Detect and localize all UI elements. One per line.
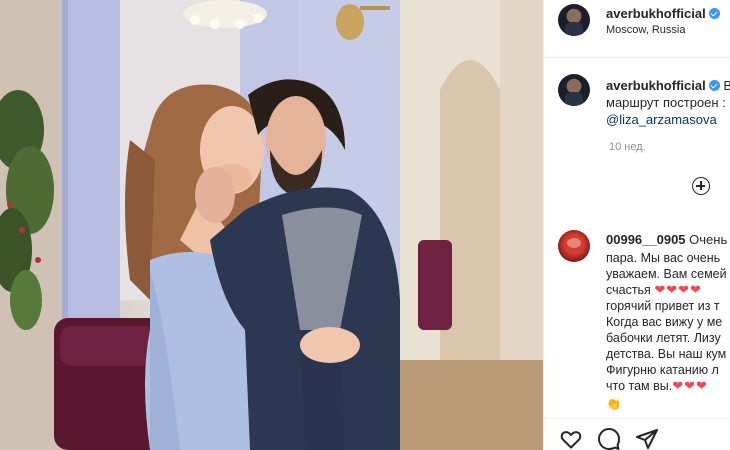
comment-line: Фигурню катанию л	[606, 363, 719, 377]
caption-line: маршрут построен :	[606, 95, 726, 110]
comment-line: Когда вас вижу у ме	[606, 315, 723, 329]
hearts-emoji: ❤❤❤	[672, 378, 708, 393]
comment-username[interactable]: 00996__0905	[606, 232, 686, 247]
verified-badge-icon	[708, 8, 720, 19]
comment-line-text: счастья	[606, 283, 651, 297]
comment-line-with-hearts: счастья ❤❤❤❤	[606, 282, 702, 298]
caption-username[interactable]: averbukhofficial	[606, 78, 706, 93]
header-username-text[interactable]: averbukhofficial	[606, 6, 706, 21]
owner-avatar[interactable]	[558, 4, 590, 36]
photo-illustration	[0, 0, 543, 450]
post-side-panel: averbukhofficial Moscow, Russia averbukh…	[543, 0, 730, 450]
caption-timestamp[interactable]: 10 нед.	[609, 141, 646, 153]
paper-plane-icon[interactable]	[635, 427, 659, 450]
comment-text-start: Очень	[689, 232, 728, 247]
post-photo[interactable]	[0, 0, 543, 450]
caption-mention-link[interactable]: @liza_arzamasova	[606, 111, 717, 128]
header-username[interactable]: averbukhofficial	[606, 6, 720, 21]
comment-bubble-icon[interactable]	[597, 427, 621, 450]
commenter-avatar[interactable]	[558, 230, 590, 262]
heart-outline-icon[interactable]	[559, 427, 583, 450]
comment-line: пара. Мы вас очень	[606, 251, 721, 265]
caption-avatar[interactable]	[558, 74, 590, 106]
comment-author-line: 00996__0905 Очень	[606, 232, 727, 247]
caption-author[interactable]: averbukhofficial В	[606, 78, 730, 93]
hearts-emoji: ❤❤❤❤	[654, 282, 702, 297]
comment-line: бабочки летят. Лизу	[606, 331, 721, 345]
comment-line: детства. Вы наш кум	[606, 347, 727, 361]
header-divider	[544, 57, 730, 58]
action-bar	[544, 418, 730, 450]
comment-line-text: что там вы.	[606, 379, 673, 393]
comment-line: уважаем. Вам семей	[606, 267, 727, 281]
comment-line: горячий привет из т	[606, 299, 720, 313]
verified-badge-icon	[708, 80, 720, 91]
caption-text-start: В	[723, 78, 730, 93]
comment-line-with-hearts: что там вы.❤❤❤	[606, 378, 708, 394]
plus-circle-icon[interactable]	[692, 177, 710, 195]
post-location[interactable]: Moscow, Russia	[606, 24, 685, 36]
clap-emoji: 👏	[606, 397, 621, 411]
